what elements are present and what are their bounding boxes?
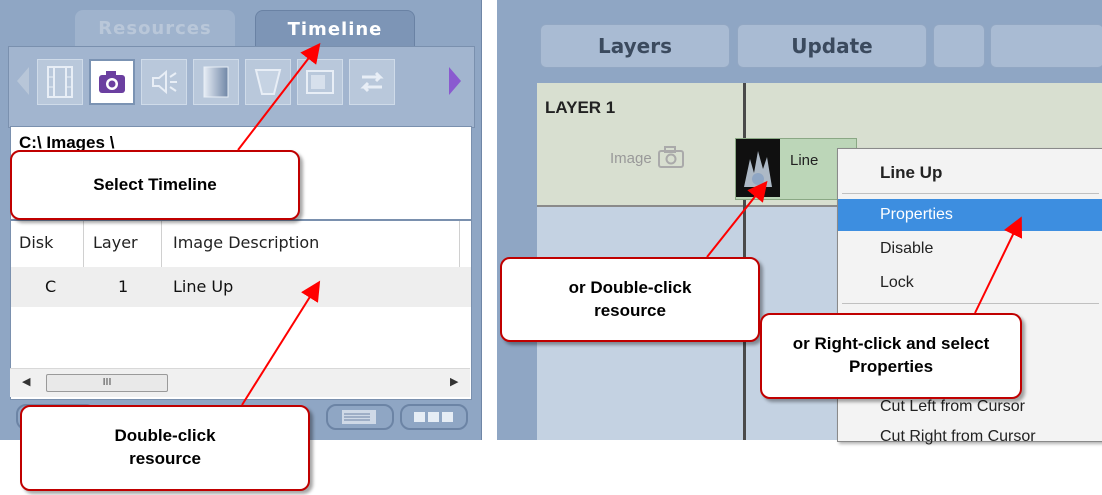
annotation-arrows: [237, 42, 1023, 406]
arrow-to-clip: [706, 180, 768, 258]
arrow-to-timeline-tab: [237, 42, 321, 151]
arrow-to-properties: [974, 216, 1023, 314]
arrow-to-table-row: [241, 280, 321, 406]
